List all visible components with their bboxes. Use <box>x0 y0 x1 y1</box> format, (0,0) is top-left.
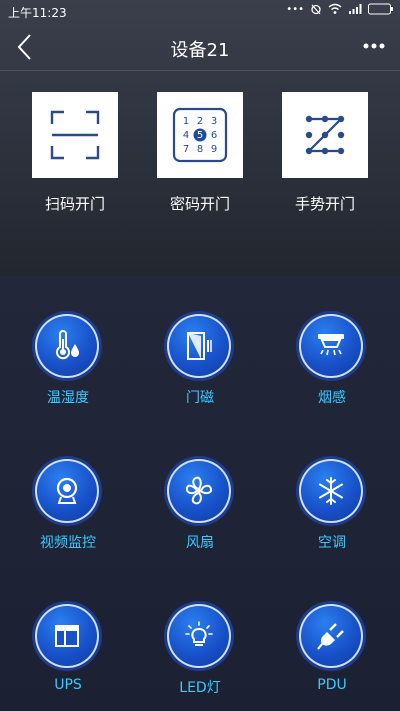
gesture-open-button[interactable] <box>282 92 368 178</box>
battery-icon <box>368 3 393 15</box>
top-panel: 上午11:23 ••• 设备21 扫码开门 123 456 789 密码开门 手势开… <box>0 0 400 276</box>
status-icons: ••• <box>286 3 394 15</box>
device-fan[interactable]: 风扇 <box>140 459 260 559</box>
device-air-conditioner[interactable]: 空调 <box>272 459 392 559</box>
keypad-digit: 3 <box>211 116 217 127</box>
smoke-detector-icon <box>318 334 344 356</box>
scan-open-button[interactable] <box>32 92 118 178</box>
device-icon-bg <box>35 314 99 378</box>
door-icon <box>187 332 212 360</box>
keypad-digit: 6 <box>211 130 217 141</box>
device-label: 门磁 <box>186 390 214 406</box>
status-time: 上午11:23 <box>8 6 67 20</box>
device-temperature-humidity[interactable]: 温湿度 <box>8 314 128 414</box>
device-label: PDU <box>317 677 347 693</box>
keypad-digit: 5 <box>197 130 203 141</box>
alarm-icon <box>311 4 321 15</box>
device-led-light[interactable]: LED灯 <box>140 604 260 704</box>
camera-icon <box>56 477 78 504</box>
device-label: LED灯 <box>179 680 221 696</box>
gesture-open-label: 手势开门 <box>294 195 355 213</box>
keypad-digit: 8 <box>197 144 203 155</box>
keypad-digit: 1 <box>183 116 189 127</box>
device-label: 视频监控 <box>40 535 96 551</box>
thermometer-icon <box>56 330 79 360</box>
scan-icon <box>50 110 100 160</box>
keypad-icon: 1 2 3 4 5 6 7 8 9 <box>172 107 228 163</box>
device-pdu[interactable]: PDU <box>272 604 392 704</box>
device-smoke-detector[interactable]: 烟感 <box>272 314 392 414</box>
device-label: 温湿度 <box>47 390 89 406</box>
page-title: 设备21 <box>170 40 230 61</box>
device-icon-bg <box>167 314 231 378</box>
pattern-icon <box>305 115 345 155</box>
snowflake-icon <box>319 477 343 505</box>
device-icon-bg <box>299 604 363 668</box>
device-ups[interactable]: UPS <box>8 604 128 704</box>
keypad-digit: 2 <box>197 116 203 127</box>
dots-icon: ••• <box>286 3 304 15</box>
more-icon[interactable] <box>360 34 388 58</box>
keypad-digit: 4 <box>183 130 189 141</box>
device-icon-bg <box>35 459 99 523</box>
device-label: 烟感 <box>318 390 346 406</box>
bulb-icon <box>185 621 213 646</box>
password-open-label: 密码开门 <box>169 195 230 213</box>
nav-bar: 设备21 <box>0 24 400 70</box>
scan-open-label: 扫码开门 <box>44 195 105 213</box>
device-label: UPS <box>54 677 82 693</box>
signal-icon <box>349 4 362 14</box>
device-video-surveillance[interactable]: 视频监控 <box>8 459 128 559</box>
keypad-digit: 9 <box>211 144 217 155</box>
plug-icon <box>317 623 344 650</box>
wifi-icon <box>328 3 342 14</box>
device-grid: 温湿度 门磁 烟感 视频监控 风扇 空调 UPS LED灯 PDU <box>0 276 400 711</box>
device-label: 空调 <box>318 535 346 551</box>
divider <box>0 70 400 71</box>
status-bar: 上午11:23 ••• <box>0 0 400 24</box>
device-icon-bg <box>167 604 231 668</box>
fan-icon <box>185 476 213 505</box>
device-icon-bg <box>299 314 363 378</box>
device-label: 风扇 <box>186 535 214 551</box>
device-door-sensor[interactable]: 门磁 <box>140 314 260 414</box>
ups-icon <box>55 625 79 647</box>
device-icon-bg <box>35 604 99 668</box>
device-icon-bg <box>167 459 231 523</box>
keypad-digit: 7 <box>183 144 189 155</box>
password-open-button[interactable]: 123 456 789 <box>157 92 243 178</box>
device-icon-bg <box>299 459 363 523</box>
